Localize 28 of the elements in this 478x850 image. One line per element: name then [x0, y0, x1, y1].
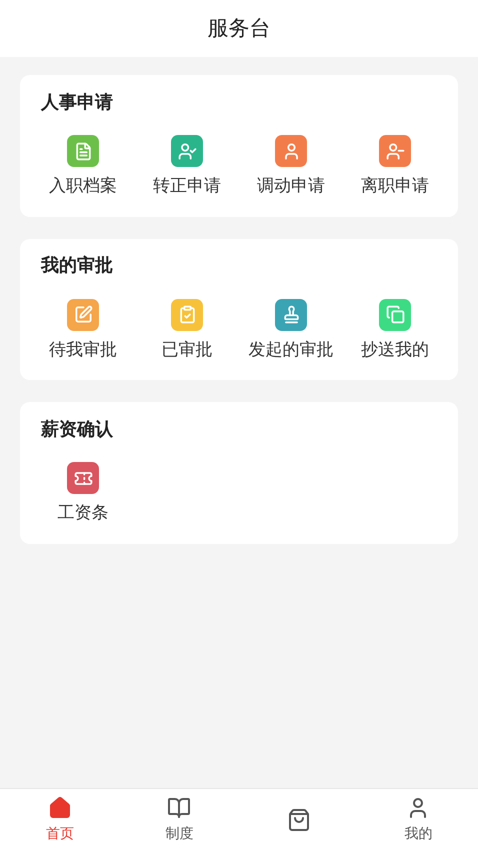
home-icon	[48, 796, 72, 820]
section-title: 我的审批	[41, 254, 113, 277]
book-icon	[167, 796, 192, 820]
item-label: 待我审批	[49, 338, 117, 360]
tab-item[interactable]: 制度	[120, 789, 239, 850]
service-item[interactable]: 待我审批	[31, 298, 135, 362]
item-label: 离职申请	[361, 175, 429, 197]
service-item[interactable]: 转正申请	[135, 135, 239, 198]
item-label: 发起的审批	[248, 338, 334, 360]
service-item[interactable]: 抄送我的	[343, 298, 447, 362]
item-label: 抄送我的	[361, 338, 429, 360]
service-item[interactable]: 离职申请	[343, 135, 447, 198]
item-label: 工资条	[58, 502, 108, 524]
tab-item[interactable]: 我的	[358, 789, 478, 850]
section-title: 人事申请	[41, 90, 113, 114]
item-label: 已审批	[162, 338, 212, 360]
service-item[interactable]: 工资条	[31, 462, 135, 526]
section-title: 薪资确认	[41, 418, 113, 440]
service-item[interactable]: 已审批	[135, 298, 239, 362]
service-item[interactable]: 入职档案	[31, 135, 135, 198]
item-label: 调动申请	[257, 175, 325, 197]
item-label: 转正申请	[153, 175, 221, 197]
page-title: 服务台	[208, 16, 270, 42]
tab-item[interactable]: 首页	[0, 789, 120, 850]
service-item[interactable]: 调动申请	[239, 135, 343, 198]
service-item[interactable]: 发起的审批	[239, 298, 343, 362]
bag-icon	[286, 808, 311, 832]
item-label: 入职档案	[49, 175, 117, 197]
